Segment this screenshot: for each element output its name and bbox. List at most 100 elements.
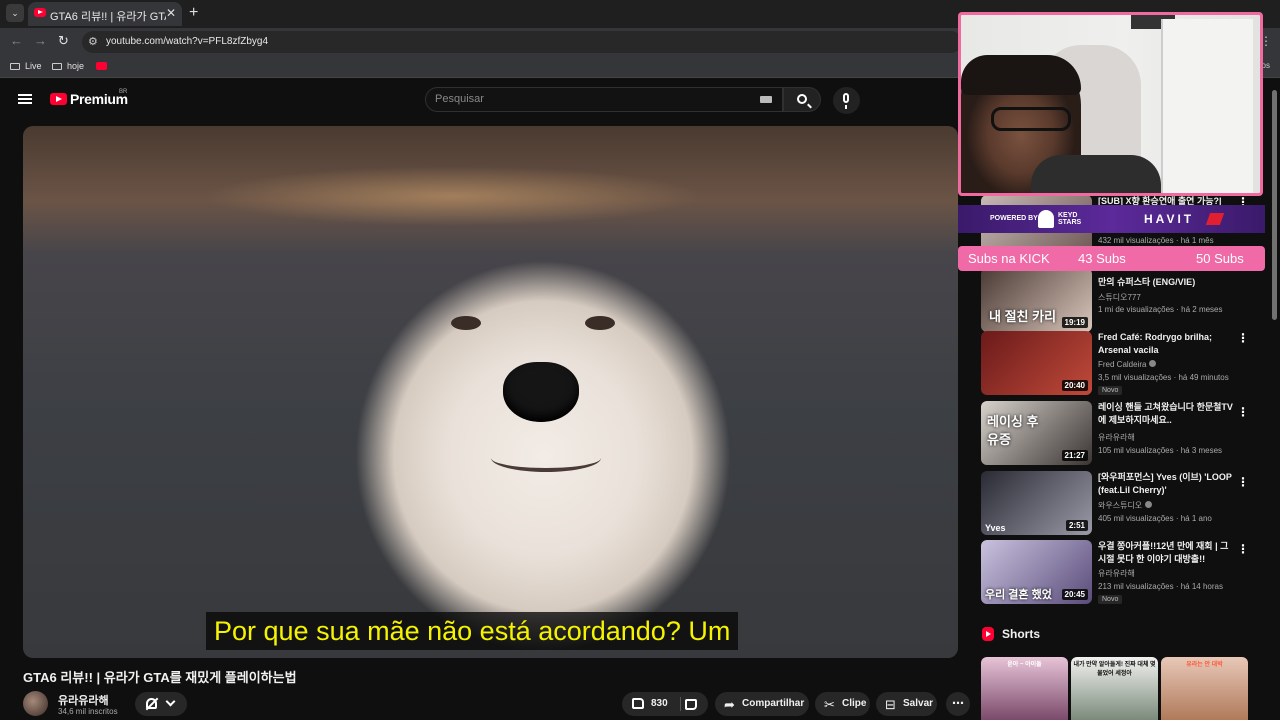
shorts-caption: 유라는 안 대박 xyxy=(1186,662,1223,668)
recommendation-thumbnail[interactable]: 내 절친 카리 19:19 xyxy=(981,268,1092,332)
video-title: GTA6 리뷰!! | 유라가 GTA를 재밌게 플레이하는법 xyxy=(23,670,297,685)
recommendation-channel[interactable]: 유라유라해 xyxy=(1098,568,1135,579)
youtube-favicon-icon xyxy=(34,8,46,17)
recommendation-title[interactable]: 우결 쫑아커플!!12년 만에 재회 | 그 시절 못다 한 이야기 대방출!! xyxy=(1098,540,1238,566)
recommendation-title[interactable]: [와우퍼포먼스] Yves (이브) 'LOOP (feat.Lil Cherr… xyxy=(1098,471,1238,497)
recommendation-channel[interactable]: 스튜디오777 xyxy=(1098,292,1141,303)
dog-mouth xyxy=(491,444,601,472)
sponsor-havit: HAVIT xyxy=(1144,212,1195,226)
forward-arrow-icon[interactable]: → xyxy=(34,33,47,48)
recommendation-channel[interactable]: Fred Caldeira xyxy=(1098,360,1157,369)
recommendation-item[interactable]: 20:40 Fred Café: Rodrygo brilha; Arsenal… xyxy=(981,331,1267,395)
dislike-icon[interactable] xyxy=(685,699,697,710)
recommendation-item[interactable]: 우리 결혼 했었 20:45 우결 쫑아커플!!12년 만에 재회 | 그 시절… xyxy=(981,540,1267,604)
recommendation-thumbnail[interactable]: 20:40 xyxy=(981,331,1092,395)
like-count[interactable]: 830 xyxy=(651,692,668,716)
site-info-icon[interactable]: ⚙ xyxy=(88,35,98,48)
share-icon: ➦ xyxy=(724,697,735,712)
channel-subscribers: 34,6 mil inscritos xyxy=(58,707,118,716)
scissors-icon: ✂ xyxy=(824,697,835,712)
dog-eye-left xyxy=(451,316,481,330)
video-player[interactable] xyxy=(23,126,958,658)
recommendation-meta: 3,5 mil visualizações · há 49 minutos xyxy=(1098,373,1229,382)
webcam-overlay xyxy=(958,12,1263,196)
channel-avatar[interactable] xyxy=(23,691,48,716)
video-duration: 19:19 xyxy=(1061,317,1088,328)
recommendation-title[interactable]: 만의 슈퍼스타 (ENG/VIE) xyxy=(1098,276,1238,289)
recommendation-meta: 1 mi de visualizações · há 2 meses xyxy=(1098,305,1223,314)
search-input[interactable] xyxy=(435,93,735,105)
thumbnail-text: 레이싱 후유증 xyxy=(987,414,1039,447)
recommendation-title[interactable]: 레이싱 핸들 고쳐왔습니다 한문철TV에 제보하지마세요.. xyxy=(1098,401,1238,427)
folder-icon xyxy=(10,63,20,70)
subs-goal-bar: Subs na KICK 43 Subs 50 Subs xyxy=(958,246,1265,271)
bookmark-label: hoje xyxy=(67,61,85,71)
recommendation-item[interactable]: 레이싱 후유증 21:27 레이싱 핸들 고쳐왔습니다 한문철TV에 제보하지마… xyxy=(981,401,1267,465)
recommendation-channel[interactable]: 유라유라해 xyxy=(1098,432,1135,443)
country-code: BR xyxy=(119,89,128,95)
sidebar-scrollbar[interactable] xyxy=(1272,90,1277,320)
keyboard-icon[interactable] xyxy=(760,96,772,103)
back-arrow-icon[interactable]: ← xyxy=(10,33,23,48)
bookmark-hoje[interactable]: hoje xyxy=(52,61,84,71)
video-duration: 20:45 xyxy=(1061,589,1088,600)
thumbnail-text: 우리 결혼 했었 xyxy=(985,589,1052,601)
video-subtitle: Por que sua mãe não está acordando? Um xyxy=(206,612,739,650)
powered-by-label: POWERED BY xyxy=(990,215,1038,222)
recommendation-more-icon[interactable]: ⋮ xyxy=(1237,331,1249,345)
shorts-thumbnail[interactable]: 유라는 안 대박 xyxy=(1161,657,1248,720)
bookmark-live[interactable]: Live xyxy=(10,61,42,71)
recommendation-more-icon[interactable]: ⋮ xyxy=(1237,475,1249,489)
recommendation-meta: 432 mil visualizações · há 1 mês xyxy=(1098,236,1214,245)
shorts-thumbnail[interactable]: 윤아 ~ 아이돌 xyxy=(981,657,1068,720)
tab-search-button[interactable]: ⌄ xyxy=(6,4,24,22)
bell-off-icon xyxy=(146,698,157,709)
dog-eye-right xyxy=(585,316,615,330)
like-icon[interactable] xyxy=(632,698,644,709)
save-button[interactable]: ⊟ Salvar xyxy=(876,692,937,716)
close-tab-icon[interactable]: ✕ xyxy=(166,6,176,20)
recommendation-title[interactable]: Fred Café: Rodrygo brilha; Arsenal vacil… xyxy=(1098,331,1238,357)
video-frame-light xyxy=(203,166,703,226)
hamburger-menu-icon[interactable] xyxy=(18,94,32,104)
shorts-heading: Shorts xyxy=(1002,627,1041,641)
recommendation-channel[interactable]: 와우스튜디오 xyxy=(1098,500,1153,511)
youtube-logo-icon[interactable] xyxy=(50,93,67,105)
clip-button[interactable]: ✂ Clipe xyxy=(815,692,870,716)
shorts-icon xyxy=(982,627,994,641)
streamer-hair xyxy=(961,55,1081,95)
channel-name[interactable]: 유라유라해 xyxy=(58,692,109,708)
shorts-caption: 윤아 ~ 아이돌 xyxy=(1007,662,1042,668)
recommendation-thumbnail[interactable]: 우리 결혼 했었 20:45 xyxy=(981,540,1092,604)
recommendation-more-icon[interactable]: ⋮ xyxy=(1237,405,1249,419)
subscribe-notifications-button[interactable] xyxy=(135,692,187,716)
new-tab-button[interactable]: + xyxy=(189,4,198,22)
subs-current: 43 Subs xyxy=(1078,251,1126,266)
recommendation-thumbnail[interactable]: Yves 2:51 xyxy=(981,471,1092,535)
search-button[interactable] xyxy=(783,87,821,112)
share-label: Compartilhar xyxy=(742,698,805,709)
address-bar[interactable]: ⚙ youtube.com/watch?v=PFL8zfZbyg4 xyxy=(82,31,962,53)
recommendation-item[interactable]: Yves 2:51 [와우퍼포먼스] Yves (이브) 'LOOP (feat… xyxy=(981,471,1267,535)
bookmark-label: Live xyxy=(25,61,42,71)
more-actions-button[interactable]: ⋯ xyxy=(946,692,970,716)
recommendation-thumbnail[interactable]: 레이싱 후유증 21:27 xyxy=(981,401,1092,465)
recommendation-item[interactable]: 내 절친 카리 19:19 만의 슈퍼스타 (ENG/VIE) 스튜디오777 … xyxy=(981,268,1267,332)
new-badge: Novo xyxy=(1098,386,1123,395)
recommendation-more-icon[interactable]: ⋮ xyxy=(1237,542,1249,556)
voice-search-button[interactable] xyxy=(833,87,860,114)
active-tab[interactable]: GTA6 리뷰!! | 유라가 GTA을 재밌게 ✕ xyxy=(28,2,182,26)
tab-title: GTA6 리뷰!! | 유라가 GTA을 재밌게 xyxy=(50,11,166,23)
chevron-down-icon xyxy=(165,696,176,707)
dog-nose xyxy=(503,362,579,422)
sponsor-keyd-stars: KEYD STARS xyxy=(1058,212,1082,226)
share-button[interactable]: ➦ Compartilhar xyxy=(715,692,809,716)
reload-icon[interactable]: ↻ xyxy=(58,33,69,49)
shorts-thumbnail[interactable]: 내가 만약 알아들게! 진짜 대체 몇 물었어 세정아 xyxy=(1071,657,1158,720)
recommendation-meta: 105 mil visualizações · há 3 meses xyxy=(1098,446,1223,455)
address-url[interactable]: youtube.com/watch?v=PFL8zfZbyg4 xyxy=(106,36,268,47)
save-label: Salvar xyxy=(903,698,934,709)
youtube-bookmark-icon[interactable] xyxy=(96,62,107,70)
microphone-icon xyxy=(843,93,849,109)
subs-goal: 50 Subs xyxy=(1196,251,1244,266)
